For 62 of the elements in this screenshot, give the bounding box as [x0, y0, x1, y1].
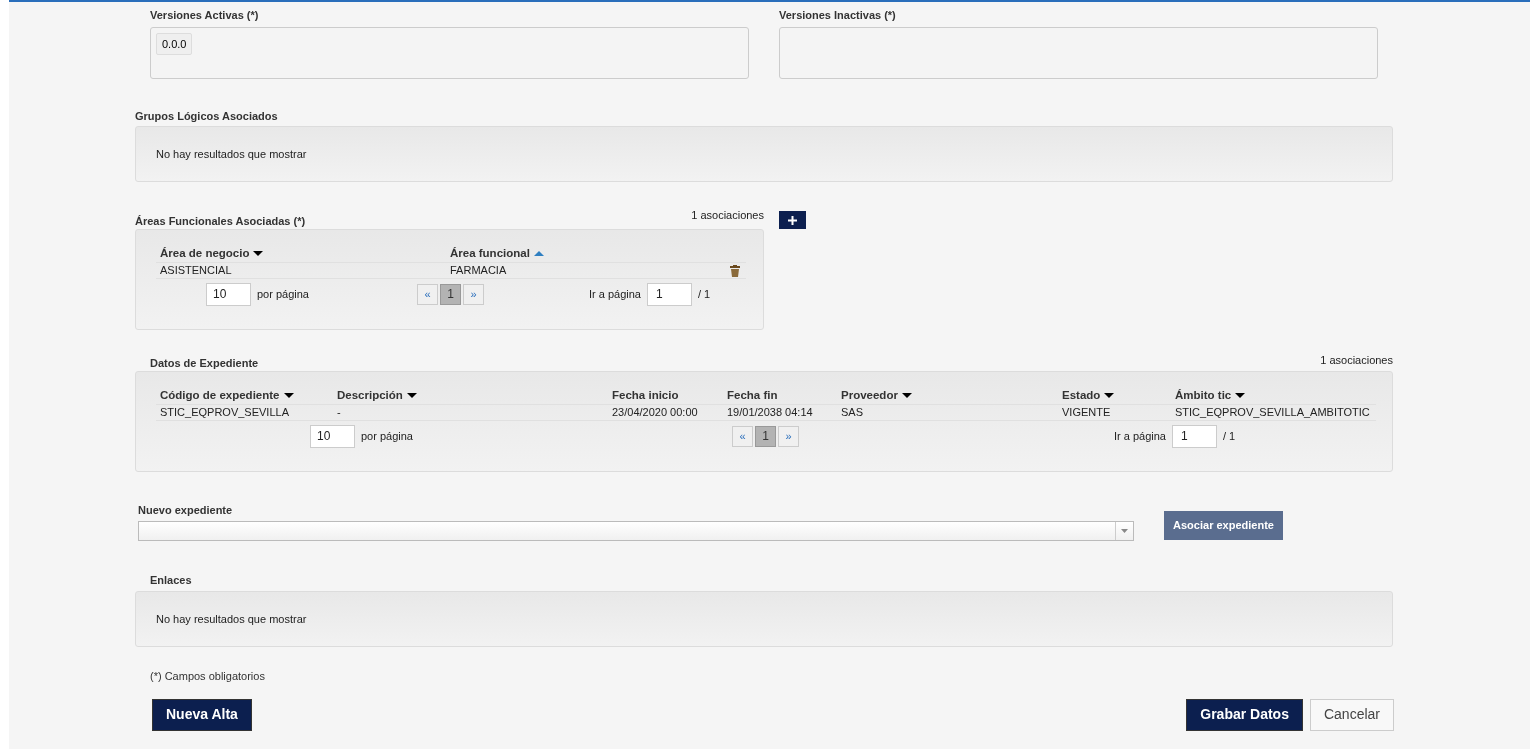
page-button[interactable]: 1	[440, 283, 461, 305]
required-fields-note: (*) Campos obligatorios	[150, 669, 266, 684]
sort-down-icon	[1104, 392, 1115, 398]
section-label: Versiones Activas (*)	[150, 8, 260, 23]
dropdown-arrow-icon	[1121, 528, 1128, 533]
table-cell-text: SAS	[840, 405, 864, 421]
column-header[interactable]: Ámbito tic	[1175, 386, 1246, 404]
empty-message: No hay resultados que mostrar	[156, 611, 307, 627]
next-page-button[interactable]: »	[463, 283, 484, 305]
go-to-page-label: Ir a página	[1114, 428, 1166, 444]
column-header[interactable]: Estado	[1062, 386, 1115, 404]
section-label: Grupos Lógicos Asociados	[135, 108, 279, 124]
column-header[interactable]: Área de negocio	[160, 244, 264, 262]
column-header[interactable]: Proveedor	[841, 386, 912, 404]
empty-message: No hay resultados que mostrar	[156, 146, 307, 162]
save-button[interactable]: Grabar Datos	[1186, 698, 1303, 731]
table-cell-text: VIGENTE	[1061, 405, 1112, 421]
section-label: Enlaces	[150, 572, 193, 588]
section-label: Áreas Funcionales Asociadas (*)	[135, 213, 306, 229]
new-entry-button[interactable]: Nueva Alta	[152, 698, 252, 731]
column-header[interactable]: Fecha inicio	[612, 386, 679, 404]
version-tag[interactable]: 0.0.0	[156, 32, 193, 55]
section-label: Nuevo expediente	[138, 503, 234, 518]
go-to-page-field[interactable]: 1	[1172, 424, 1217, 448]
table-cell-text: 23/04/2020 00:00	[611, 405, 699, 421]
sort-up-icon	[533, 250, 544, 256]
table-cell-text: 19/01/2038 04:14	[726, 405, 814, 421]
column-header[interactable]: Fecha fin	[727, 386, 778, 404]
sort-down-icon	[1235, 392, 1246, 398]
table-cell-text: FARMACIA	[449, 263, 508, 279]
table-cell-text: STIC_EQPROV_SEVILLA	[159, 405, 290, 421]
association-count: 1 asociaciones	[691, 208, 764, 223]
per-page-field[interactable]: 10	[310, 424, 355, 448]
sort-down-icon	[283, 392, 294, 398]
page-button[interactable]: 1	[755, 425, 776, 447]
add-button[interactable]	[779, 211, 806, 229]
column-header[interactable]: Área funcional	[450, 244, 544, 262]
page-total: / 1	[1223, 428, 1236, 444]
column-header[interactable]: Código de expediente	[160, 386, 294, 404]
sort-down-icon	[253, 250, 264, 256]
associate-button[interactable]: Asociar expediente	[1164, 511, 1283, 540]
previous-page-button[interactable]: «	[417, 283, 438, 305]
section-label: Versiones Inactivas (*)	[779, 8, 897, 23]
section-label: Datos de Expediente	[150, 355, 259, 371]
association-count: 1 asociaciones	[1320, 353, 1393, 368]
go-to-page-field[interactable]: 1	[647, 282, 692, 306]
sort-down-icon	[901, 392, 912, 398]
per-page-label: por página	[257, 286, 309, 302]
next-page-button[interactable]: »	[778, 425, 799, 447]
table-cell-text: ASISTENCIAL	[159, 263, 233, 279]
per-page-label: por página	[361, 428, 413, 444]
table-cell-text: -	[336, 405, 342, 421]
sort-down-icon	[406, 392, 417, 398]
trash-icon[interactable]	[730, 264, 740, 277]
cancel-button[interactable]: Cancelar	[1309, 698, 1394, 731]
column-header[interactable]: Descripción	[337, 386, 417, 404]
go-to-page-label: Ir a página	[589, 286, 641, 302]
per-page-field[interactable]: 10	[206, 282, 251, 306]
plus-icon	[788, 215, 797, 225]
table-cell-text: STIC_EQPROV_SEVILLA_AMBITOTIC	[1174, 405, 1371, 421]
previous-page-button[interactable]: «	[732, 425, 753, 447]
page-total: / 1	[698, 286, 711, 302]
